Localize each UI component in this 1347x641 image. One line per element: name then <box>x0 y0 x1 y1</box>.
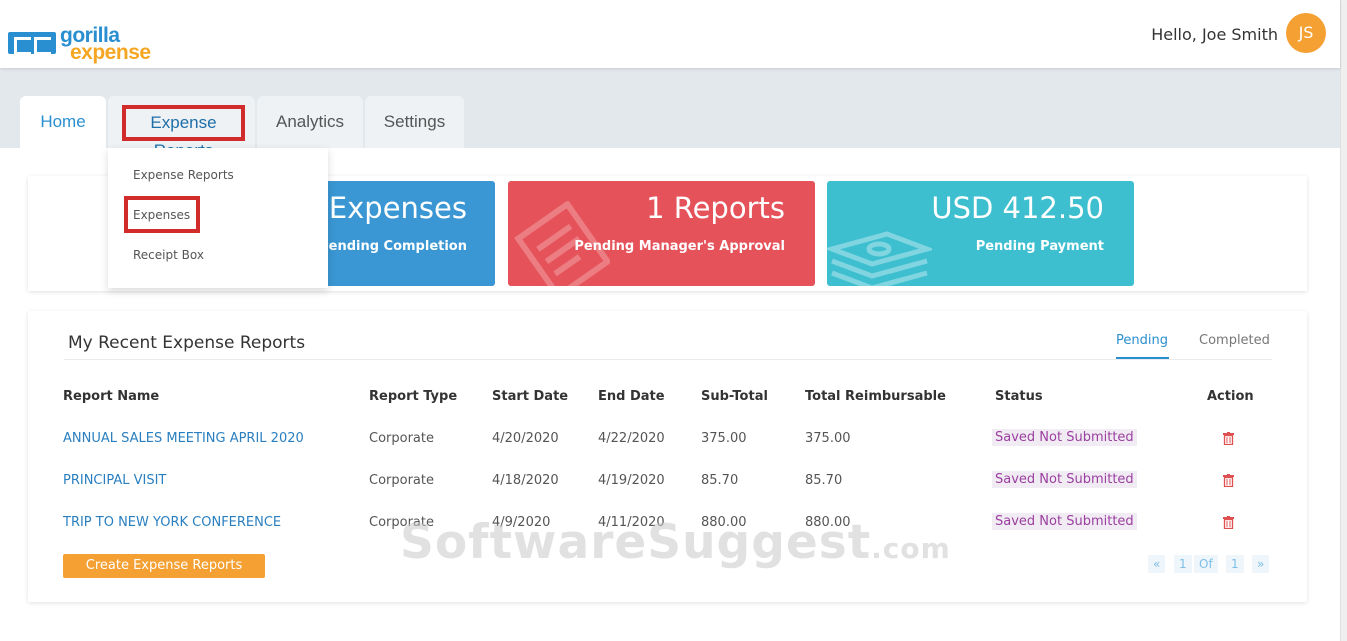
column-header-start-date[interactable]: Start Date <box>492 389 568 404</box>
column-header-status[interactable]: Status <box>995 389 1043 404</box>
column-header-report-type[interactable]: Report Type <box>369 389 457 404</box>
pager-last-button[interactable]: » <box>1252 555 1270 573</box>
tab-home[interactable]: Home <box>20 96 106 148</box>
pager-current-page: 1 <box>1174 555 1192 573</box>
tab-expense-reports[interactable]: Expense Reports <box>108 96 255 160</box>
recent-reports-panel: My Recent Expense Reports Pending Comple… <box>28 311 1307 602</box>
start-date: 4/18/2020 <box>492 473 559 488</box>
tab-analytics[interactable]: Analytics <box>257 96 363 148</box>
report-name-link[interactable]: PRINCIPAL VISIT <box>63 473 166 488</box>
delete-trash-icon[interactable] <box>1223 432 1234 445</box>
column-header-report-name[interactable]: Report Name <box>63 389 159 404</box>
menu-item-expenses[interactable]: Expenses <box>133 208 190 222</box>
start-date: 4/20/2020 <box>492 431 559 446</box>
menu-item-receipt-box[interactable]: Receipt Box <box>133 248 204 262</box>
gorilla-expense-logo[interactable]: gorilla expense <box>8 22 158 66</box>
total-reimbursable: 880.00 <box>805 515 851 530</box>
status-badge: Saved Not Submitted <box>992 513 1137 530</box>
pager-total-pages: 1 <box>1226 555 1244 573</box>
logo-text-bottom: expense <box>70 41 151 64</box>
tab-pending-underline <box>1116 357 1169 359</box>
status-badge: Saved Not Submitted <box>992 471 1137 488</box>
card-payment-subtitle: Pending Payment <box>975 239 1104 254</box>
end-date: 4/19/2020 <box>598 473 665 488</box>
card-reports-title: 1 Reports <box>646 191 785 225</box>
sub-total: 375.00 <box>701 431 747 446</box>
pager-first-button[interactable]: « <box>1148 555 1166 573</box>
main-nav-tabs: Home Expense Reports Analytics Settings <box>0 68 1340 160</box>
card-expenses-subtitle: Pending Completion <box>319 239 467 254</box>
total-reimbursable: 375.00 <box>805 431 851 446</box>
card-payment-pending[interactable]: USD 412.50 Pending Payment <box>827 181 1134 286</box>
report-type: Corporate <box>369 515 434 530</box>
money-stack-icon <box>827 231 932 286</box>
report-type: Corporate <box>369 431 434 446</box>
card-payment-title: USD 412.50 <box>931 191 1104 225</box>
status-badge: Saved Not Submitted <box>992 429 1137 446</box>
user-greeting: Hello, Joe Smith <box>1151 25 1278 44</box>
menu-item-expense-reports[interactable]: Expense Reports <box>133 168 234 182</box>
tab-completed[interactable]: Completed <box>1199 333 1270 348</box>
total-reimbursable: 85.70 <box>805 473 843 488</box>
delete-trash-icon[interactable] <box>1223 516 1234 529</box>
user-avatar[interactable]: JS <box>1286 13 1326 53</box>
delete-trash-icon[interactable] <box>1223 474 1234 487</box>
card-reports-pending[interactable]: 1 Reports Pending Manager's Approval <box>508 181 815 286</box>
sub-total: 85.70 <box>701 473 739 488</box>
column-header-sub-total[interactable]: Sub-Total <box>701 389 768 404</box>
card-reports-subtitle: Pending Manager's Approval <box>574 239 785 254</box>
tab-settings[interactable]: Settings <box>365 96 464 148</box>
expense-reports-dropdown: Expense Reports Expenses Receipt Box <box>108 148 328 288</box>
logo-mark-icon <box>8 32 56 55</box>
tab-expense-reports-highlight: Expense Reports <box>122 105 245 160</box>
start-date: 4/9/2020 <box>492 515 551 530</box>
report-type: Corporate <box>369 473 434 488</box>
end-date: 4/22/2020 <box>598 431 665 446</box>
create-expense-reports-button[interactable]: Create Expense Reports <box>63 554 265 578</box>
column-header-end-date[interactable]: End Date <box>598 389 665 404</box>
report-name-link[interactable]: TRIP TO NEW YORK CONFERENCE <box>63 515 281 530</box>
pager-of-label: Of <box>1194 555 1218 573</box>
reports-divider <box>64 359 1272 360</box>
report-name-link[interactable]: ANNUAL SALES MEETING APRIL 2020 <box>63 431 304 446</box>
end-date: 4/11/2020 <box>598 515 665 530</box>
sub-total: 880.00 <box>701 515 747 530</box>
column-header-action: Action <box>1207 389 1254 404</box>
tab-pending[interactable]: Pending <box>1116 333 1168 348</box>
card-expenses-title: Expenses <box>328 191 467 225</box>
column-header-total-reimbursable[interactable]: Total Reimbursable <box>805 389 946 404</box>
app-header: gorilla expense Hello, Joe Smith JS <box>0 0 1340 68</box>
reports-title: My Recent Expense Reports <box>68 333 306 353</box>
page-scrollbar[interactable] <box>1340 0 1347 641</box>
